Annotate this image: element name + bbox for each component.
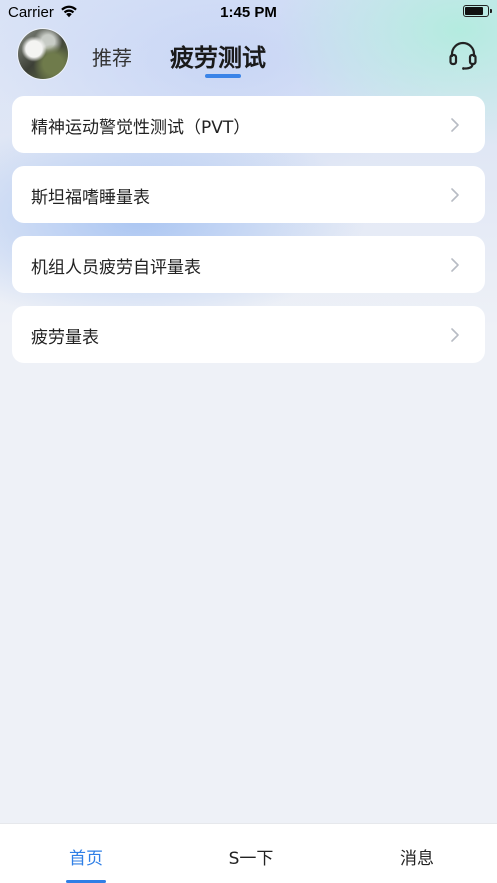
- chevron-right-icon: [451, 118, 459, 132]
- tab-recommend[interactable]: 推荐: [92, 42, 132, 71]
- list-item-label: 机组人员疲劳自评量表: [31, 258, 201, 278]
- status-bar: Carrier 1:45 PM: [0, 0, 497, 26]
- list-item-label: 斯坦福嗜睡量表: [31, 188, 150, 208]
- chevron-right-icon: [451, 188, 459, 202]
- list-item[interactable]: 机组人员疲劳自评量表: [12, 236, 485, 293]
- chevron-right-icon: [451, 328, 459, 342]
- bottom-tab-bar: 首页 S一下 消息: [0, 823, 497, 883]
- headset-icon[interactable]: [447, 39, 479, 71]
- avatar[interactable]: [18, 29, 68, 79]
- top-header: 推荐 疲劳测试: [0, 26, 497, 84]
- tabbar-item-s-search[interactable]: S一下: [191, 844, 311, 869]
- battery-icon: [463, 5, 492, 17]
- clock: 1:45 PM: [220, 4, 277, 21]
- fatigue-test-list: 精神运动警觉性测试（PVT） 斯坦福嗜睡量表 机组人员疲劳自评量表 疲劳量表: [12, 96, 485, 376]
- list-item[interactable]: 精神运动警觉性测试（PVT）: [12, 96, 485, 153]
- list-item[interactable]: 斯坦福嗜睡量表: [12, 166, 485, 223]
- tab-fatigue-test[interactable]: 疲劳测试: [170, 38, 266, 73]
- chevron-right-icon: [451, 258, 459, 272]
- tabbar-item-home[interactable]: 首页: [26, 844, 146, 869]
- battery-level-fill: [465, 7, 483, 15]
- active-tab-indicator: [205, 74, 241, 78]
- tabbar-item-messages[interactable]: 消息: [357, 844, 477, 869]
- list-item-label: 疲劳量表: [31, 328, 99, 348]
- list-item-label: 精神运动警觉性测试（PVT）: [31, 118, 251, 138]
- list-item[interactable]: 疲劳量表: [12, 306, 485, 363]
